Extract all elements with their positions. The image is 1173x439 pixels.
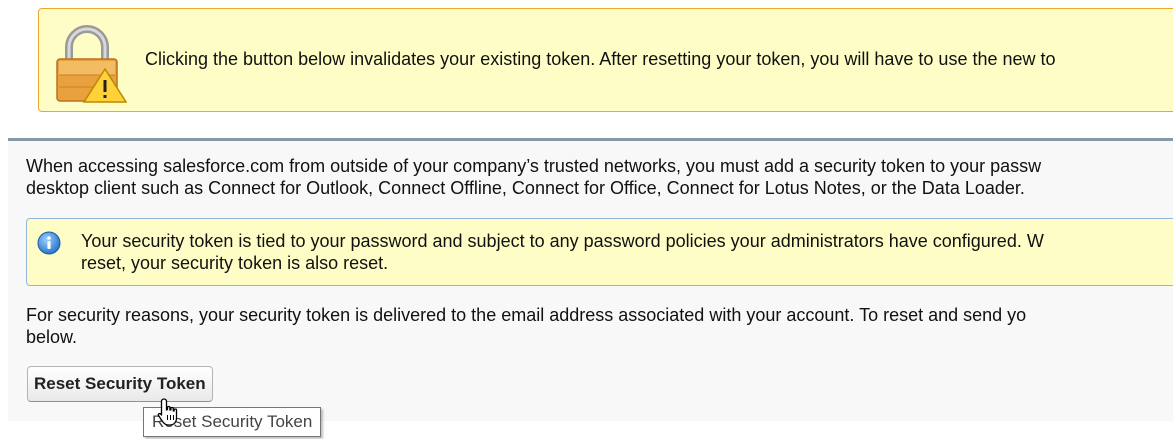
info-callout: Your security token is tied to your pass… [26, 218, 1173, 286]
info-icon [37, 231, 61, 255]
warning-message: Clicking the button below invalidates yo… [145, 49, 1056, 69]
info-line-2: reset, your security token is also reset… [81, 253, 389, 273]
info-message: Your security token is tied to your pass… [81, 230, 1044, 274]
security-token-page: Clicking the button below invalidates yo… [0, 0, 1173, 439]
info-line-1: Your security token is tied to your pass… [81, 231, 1044, 251]
hand-pointer-cursor-icon [157, 398, 178, 426]
intro-line-1: When accessing salesforce.com from outsi… [26, 156, 1042, 176]
delivery-line-1: For security reasons, your security toke… [26, 305, 1027, 325]
delivery-paragraph: For security reasons, your security toke… [26, 304, 1026, 348]
reset-security-token-button[interactable]: Reset Security Token [27, 366, 213, 402]
warning-banner: Clicking the button below invalidates yo… [38, 8, 1173, 112]
lock-warning-icon [56, 25, 127, 103]
intro-paragraph: When accessing salesforce.com from outsi… [26, 155, 1041, 199]
intro-line-2: desktop client such as Connect for Outlo… [26, 178, 1025, 198]
delivery-line-2: below. [26, 327, 78, 347]
